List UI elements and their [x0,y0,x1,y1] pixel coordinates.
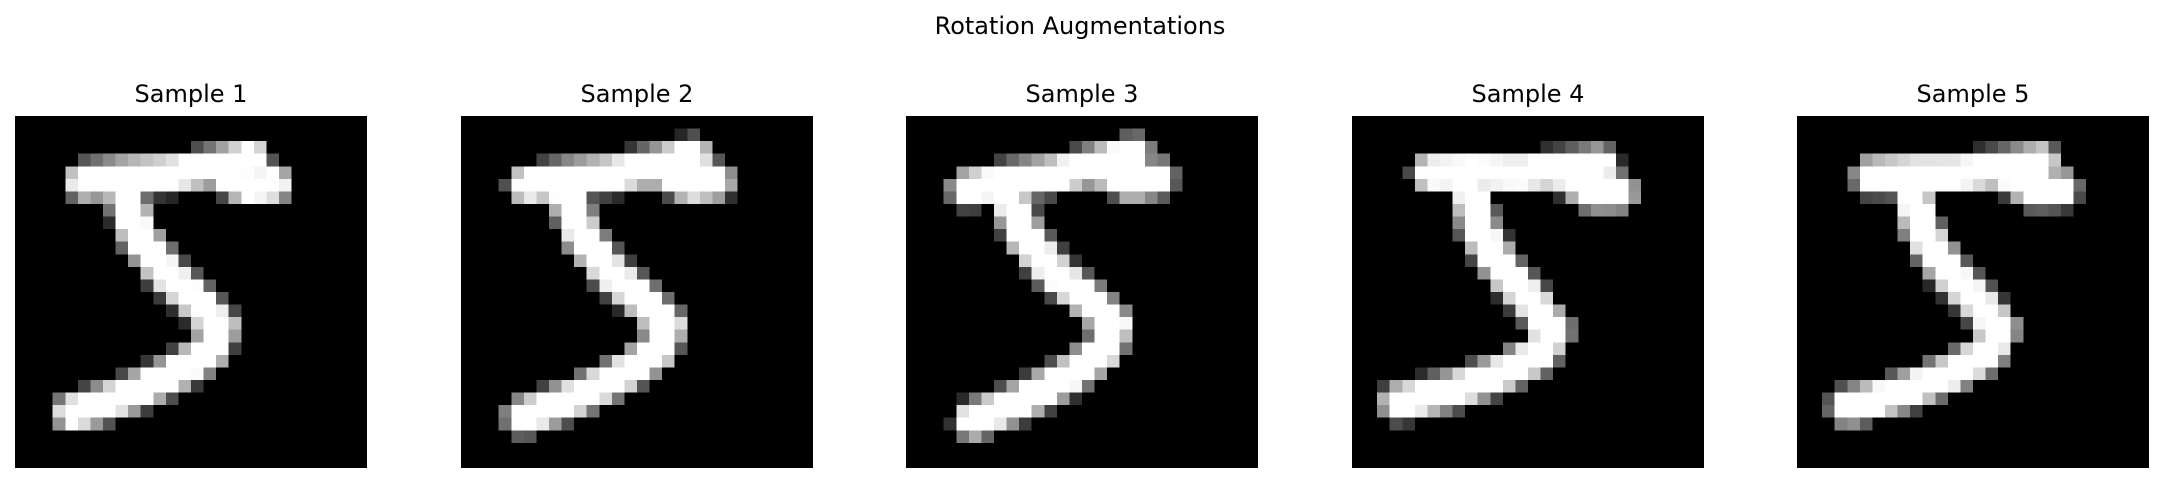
sample-title-2: Sample 2 [580,80,694,108]
sample-title-3: Sample 3 [1025,80,1139,108]
digit-image-1 [15,116,367,468]
sample-panel-3: Sample 3 [906,76,1258,470]
digit-image-2 [461,116,813,468]
digit-image-4 [1352,116,1704,468]
sample-panel-2: Sample 2 [461,76,813,470]
digit-image-3 [906,116,1258,468]
sample-title-5: Sample 5 [1916,80,2030,108]
sample-panel-4: Sample 4 [1352,76,1704,470]
digit-image-5 [1797,116,2149,468]
sample-panel-1: Sample 1 [15,76,367,470]
sample-title-1: Sample 1 [134,80,248,108]
sample-title-4: Sample 4 [1471,80,1585,108]
sample-panel-5: Sample 5 [1797,76,2149,470]
figure-title: Rotation Augmentations [934,12,1226,40]
